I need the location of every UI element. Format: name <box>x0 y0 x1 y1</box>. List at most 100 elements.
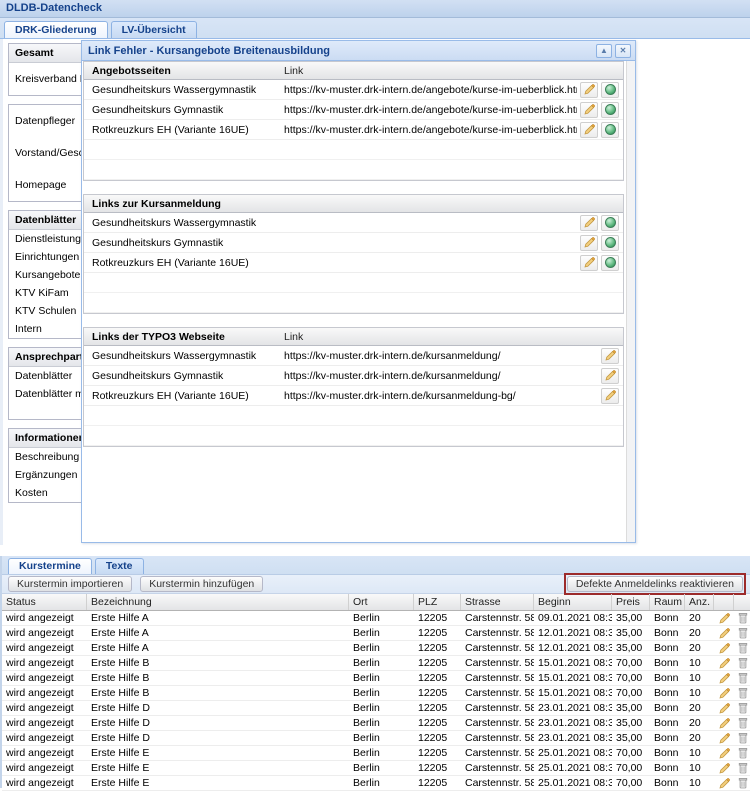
globe-icon[interactable] <box>601 215 619 231</box>
tab-texte[interactable]: Texte <box>95 558 144 574</box>
delete-trash-icon[interactable] <box>734 686 750 700</box>
grid-cell: wird angezeigt <box>2 656 87 670</box>
column-header-beginn[interactable]: Beginn <box>534 594 612 610</box>
grid-cell: 35,00 <box>612 641 650 655</box>
table-row[interactable]: wird angezeigtErste Hilfe BBerlin12205Ca… <box>2 671 750 686</box>
grid-cell: 23.01.2021 08:30 <box>534 701 612 715</box>
course-link: https://kv-muster.drk-intern.de/kursanme… <box>284 370 598 382</box>
grid-cell: 20 <box>685 731 714 745</box>
table-row[interactable]: wird angezeigtErste Hilfe EBerlin12205Ca… <box>2 776 750 791</box>
table-row[interactable]: wird angezeigtErste Hilfe DBerlin12205Ca… <box>2 716 750 731</box>
grid-cell: 12205 <box>414 656 461 670</box>
grid-cell: Bonn <box>650 656 685 670</box>
delete-trash-icon[interactable] <box>734 731 750 745</box>
grid-cell: Erste Hilfe A <box>87 641 349 655</box>
edit-pencil-icon[interactable] <box>714 761 734 775</box>
link-row: Gesundheitskurs Wassergymnastik <box>84 213 623 233</box>
edit-pencil-icon[interactable] <box>714 716 734 730</box>
column-header-raum[interactable]: Raum <box>650 594 685 610</box>
edit-pencil-icon[interactable] <box>580 255 598 271</box>
globe-icon[interactable] <box>601 102 619 118</box>
tab-kurstermine[interactable]: Kurstermine <box>8 558 92 574</box>
table-row[interactable]: wird angezeigtErste Hilfe BBerlin12205Ca… <box>2 686 750 701</box>
column-header-plz[interactable]: PLZ <box>414 594 461 610</box>
edit-pencil-icon[interactable] <box>714 701 734 715</box>
table-row[interactable]: wird angezeigtErste Hilfe ABerlin12205Ca… <box>2 611 750 626</box>
table-row[interactable]: wird angezeigtErste Hilfe ABerlin12205Ca… <box>2 626 750 641</box>
delete-trash-icon[interactable] <box>734 761 750 775</box>
column-header-bezeichnung[interactable]: Bezeichnung <box>87 594 349 610</box>
grid-cell: 70,00 <box>612 761 650 775</box>
column-header-status[interactable]: Status <box>2 594 87 610</box>
grid-cell: 12205 <box>414 761 461 775</box>
course-name: Gesundheitskurs Wassergymnastik <box>92 217 284 229</box>
table-row[interactable]: wird angezeigtErste Hilfe ABerlin12205Ca… <box>2 641 750 656</box>
edit-pencil-icon[interactable] <box>580 215 598 231</box>
column-header-ort[interactable]: Ort <box>349 594 414 610</box>
column-header-strasse[interactable]: Strasse <box>461 594 534 610</box>
edit-pencil-icon[interactable] <box>714 746 734 760</box>
table-row[interactable]: wird angezeigtErste Hilfe DBerlin12205Ca… <box>2 701 750 716</box>
globe-icon[interactable] <box>601 122 619 138</box>
tab-drk-gliederung[interactable]: DRK-Gliederung <box>4 21 108 38</box>
grid-cell: Berlin <box>349 656 414 670</box>
reactivate-links-button[interactable]: Defekte Anmeldelinks reaktivieren <box>567 576 743 592</box>
edit-pencil-icon[interactable] <box>714 686 734 700</box>
delete-trash-icon[interactable] <box>734 746 750 760</box>
edit-pencil-icon[interactable] <box>601 368 619 384</box>
edit-pencil-icon[interactable] <box>601 388 619 404</box>
edit-pencil-icon[interactable] <box>714 671 734 685</box>
delete-trash-icon[interactable] <box>734 611 750 625</box>
edit-pencil-icon[interactable] <box>714 731 734 745</box>
edit-pencil-icon[interactable] <box>580 122 598 138</box>
delete-trash-icon[interactable] <box>734 626 750 640</box>
import-kurstermin-button[interactable]: Kurstermin importieren <box>8 576 132 592</box>
column-header-preis[interactable]: Preis <box>612 594 650 610</box>
table-row[interactable]: wird angezeigtErste Hilfe EBerlin12205Ca… <box>2 746 750 761</box>
course-name: Gesundheitskurs Wassergymnastik <box>92 84 284 96</box>
collapse-icon[interactable]: ▲ <box>596 44 612 58</box>
add-kurstermin-button[interactable]: Kurstermin hinzufügen <box>140 576 263 592</box>
link-error-panel: Link Fehler - Kursangebote Breitenausbil… <box>81 40 636 543</box>
edit-pencil-icon[interactable] <box>714 656 734 670</box>
grid-cell: wird angezeigt <box>2 671 87 685</box>
delete-trash-icon[interactable] <box>734 641 750 655</box>
globe-icon[interactable] <box>601 82 619 98</box>
grid-cell: wird angezeigt <box>2 731 87 745</box>
globe-icon[interactable] <box>601 235 619 251</box>
edit-pencil-icon[interactable] <box>580 235 598 251</box>
tab-lv-uebersicht[interactable]: LV-Übersicht <box>111 21 197 38</box>
delete-trash-icon[interactable] <box>734 671 750 685</box>
edit-pencil-icon[interactable] <box>714 611 734 625</box>
column-header-actions[interactable] <box>714 594 734 610</box>
grid-cell: 12205 <box>414 626 461 640</box>
edit-pencil-icon[interactable] <box>580 82 598 98</box>
grid-cell: Berlin <box>349 746 414 760</box>
course-name: Gesundheitskurs Gymnastik <box>92 104 284 116</box>
edit-pencil-icon[interactable] <box>601 348 619 364</box>
course-link: https://kv-muster.drk-intern.de/kursanme… <box>284 350 598 362</box>
vertical-scrollbar[interactable] <box>626 61 635 542</box>
delete-trash-icon[interactable] <box>734 701 750 715</box>
globe-icon[interactable] <box>601 255 619 271</box>
grid-cell: Bonn <box>650 671 685 685</box>
delete-trash-icon[interactable] <box>734 716 750 730</box>
edit-pencil-icon[interactable] <box>580 102 598 118</box>
column-header-actions[interactable] <box>734 594 750 610</box>
empty-row <box>84 293 623 313</box>
delete-trash-icon[interactable] <box>734 656 750 670</box>
grid-cell: Berlin <box>349 626 414 640</box>
edit-pencil-icon[interactable] <box>714 626 734 640</box>
close-icon[interactable]: ✕ <box>615 44 631 58</box>
grid-cell: 35,00 <box>612 611 650 625</box>
grid-cell: 25.01.2021 08:30 <box>534 746 612 760</box>
table-row[interactable]: wird angezeigtErste Hilfe DBerlin12205Ca… <box>2 731 750 746</box>
kurstermine-region: Kurstermine Texte Kurstermin importieren… <box>0 556 750 788</box>
table-row[interactable]: wird angezeigtErste Hilfe EBerlin12205Ca… <box>2 761 750 776</box>
grid-cell: Erste Hilfe B <box>87 686 349 700</box>
table-row[interactable]: wird angezeigtErste Hilfe BBerlin12205Ca… <box>2 656 750 671</box>
column-header-anz[interactable]: Anz. <box>685 594 714 610</box>
link-row: Gesundheitskurs Gymnastikhttps://kv-must… <box>84 366 623 386</box>
grid-cell: wird angezeigt <box>2 746 87 760</box>
edit-pencil-icon[interactable] <box>714 641 734 655</box>
